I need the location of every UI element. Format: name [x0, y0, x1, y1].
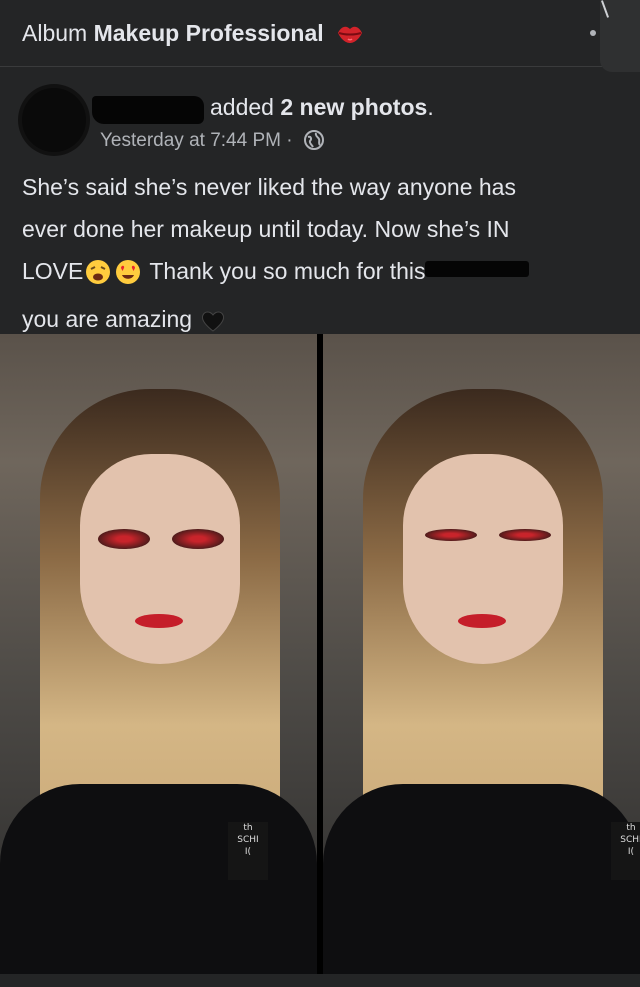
redacted-author-name [92, 96, 204, 124]
album-name[interactable]: Makeup Professional [94, 20, 324, 46]
lips-icon [336, 23, 364, 51]
shirt-text: SCHI [237, 835, 259, 845]
album-prefix: Album [22, 20, 88, 46]
new-photos-link[interactable]: 2 new photos [280, 94, 427, 120]
post-action-text: added [210, 94, 274, 120]
eye [499, 529, 551, 541]
post-header: added 2 new photos. Yesterday at 7:44 PM… [0, 66, 640, 166]
caption-line: LOVE Thank you so much for this [22, 250, 622, 298]
shirt-logo: th SCHI I( [611, 822, 640, 880]
photo-grid: th SCHI I( th SCHI I( [0, 334, 640, 974]
eye [172, 529, 224, 549]
caption-thanks: Thank you so much for this [149, 258, 426, 284]
photo-1[interactable]: th SCHI I( [0, 334, 317, 974]
shirt-text: I( [244, 847, 252, 857]
photo-2[interactable]: th SCHI I( [323, 334, 640, 974]
redacted-name [425, 261, 530, 277]
lips [458, 614, 506, 628]
post-meta: Yesterday at 7:44 PM · [100, 130, 324, 156]
globe-icon[interactable] [303, 130, 324, 156]
shirt-text: th [243, 823, 253, 833]
shirt [323, 784, 640, 974]
post-action-suffix: . [427, 94, 434, 120]
post-caption: She’s said she’s never liked the way any… [22, 166, 622, 346]
eye [425, 529, 477, 541]
avatar[interactable] [22, 88, 86, 152]
more-icon[interactable] [590, 0, 640, 72]
shirt-text: SCHI [620, 835, 640, 845]
meta-separator: · [286, 130, 293, 151]
caption-line: ever done her makeup until today. Now sh… [22, 216, 510, 242]
eye [98, 529, 150, 549]
shirt-logo: th SCHI I( [228, 822, 268, 880]
shirt [0, 784, 317, 974]
post-action: added 2 new photos. [210, 94, 434, 121]
weary-face-icon [85, 256, 111, 298]
lips [135, 614, 183, 628]
caption-amazing: you are amazing [22, 306, 193, 332]
caption-love: LOVE [22, 258, 84, 284]
heart-eyes-icon [115, 256, 141, 298]
album-header: Album Makeup Professional [0, 0, 640, 72]
shirt-text: th [626, 823, 636, 833]
face [80, 454, 240, 664]
post-timestamp[interactable]: Yesterday at 7:44 PM [100, 130, 281, 151]
album-title[interactable]: Album Makeup Professional [22, 20, 364, 51]
shirt-text: I( [627, 847, 635, 857]
caption-line: She’s said she’s never liked the way any… [22, 174, 516, 200]
face [403, 454, 563, 664]
